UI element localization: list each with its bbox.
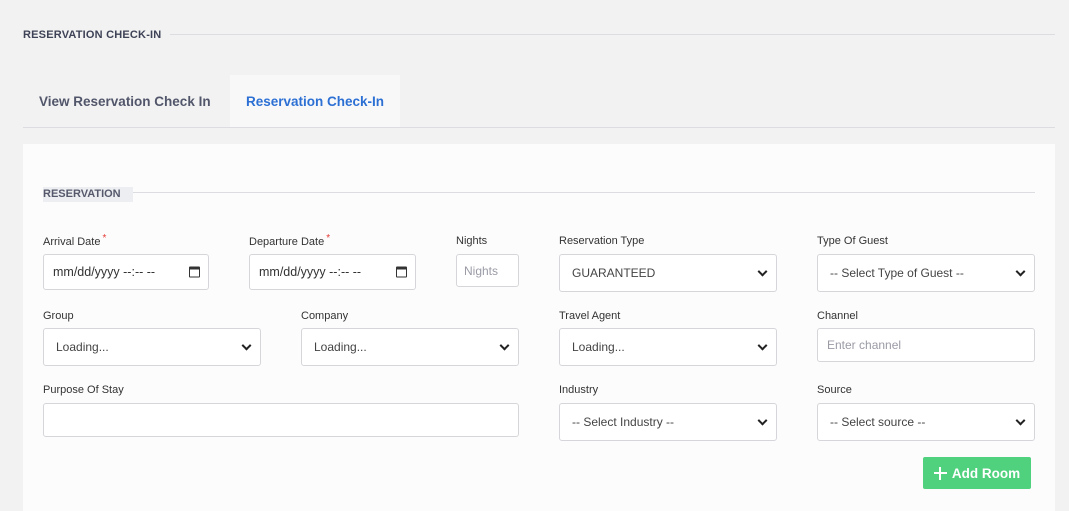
- purpose-of-stay-input[interactable]: [43, 403, 519, 437]
- heading-divider: [170, 34, 1055, 35]
- industry-value: -- Select Industry --: [572, 415, 675, 429]
- tab-reservation-check-in[interactable]: Reservation Check-In: [230, 75, 401, 127]
- type-of-guest-select[interactable]: -- Select Type of Guest --: [817, 254, 1035, 292]
- calendar-icon[interactable]: [396, 266, 407, 278]
- company-value: Loading...: [314, 340, 367, 354]
- tab-bar: View Reservation Check In Reservation Ch…: [23, 75, 1055, 128]
- chevron-down-icon: [757, 340, 768, 351]
- reservation-type-label: Reservation Type: [559, 235, 645, 247]
- chevron-down-icon: [757, 415, 768, 426]
- reservation-card: RESERVATION Arrival Date * mm/dd/yyyy --:…: [23, 144, 1055, 511]
- industry-select[interactable]: -- Select Industry --: [559, 403, 777, 441]
- arrival-date-value: mm/dd/yyyy --:-- --: [53, 265, 156, 279]
- group-select[interactable]: Loading...: [43, 328, 261, 366]
- required-mark: *: [102, 233, 107, 244]
- nights-input[interactable]: Nights: [456, 254, 519, 287]
- calendar-icon[interactable]: [189, 266, 200, 278]
- page-title: RESERVATION CHECK-IN: [23, 29, 162, 41]
- channel-input[interactable]: Enter channel: [817, 328, 1035, 362]
- source-label: Source: [817, 384, 852, 396]
- travel-agent-label: Travel Agent: [559, 310, 621, 322]
- section-divider: [131, 192, 1035, 193]
- company-select[interactable]: Loading...: [301, 328, 519, 366]
- add-room-button[interactable]: Add Room: [923, 457, 1031, 489]
- departure-date-value: mm/dd/yyyy --:-- --: [259, 265, 362, 279]
- company-label: Company: [301, 310, 349, 322]
- travel-agent-select[interactable]: Loading...: [559, 328, 777, 366]
- channel-placeholder: Enter channel: [827, 338, 902, 352]
- chevron-down-icon: [499, 340, 510, 351]
- departure-date-input[interactable]: mm/dd/yyyy --:-- --: [249, 254, 416, 290]
- type-of-guest-label: Type Of Guest: [817, 235, 888, 247]
- chevron-down-icon: [1015, 415, 1026, 426]
- plus-icon: [933, 466, 947, 480]
- group-label: Group: [43, 310, 74, 322]
- channel-label: Channel: [817, 310, 858, 322]
- source-select[interactable]: -- Select source --: [817, 403, 1035, 441]
- nights-label: Nights: [456, 235, 488, 247]
- departure-date-label: Departure Date *: [249, 233, 331, 248]
- section-title: RESERVATION: [43, 187, 133, 202]
- industry-label: Industry: [559, 384, 599, 396]
- tab-view-reservation-check-in[interactable]: View Reservation Check In: [23, 75, 227, 127]
- required-mark: *: [326, 233, 331, 244]
- group-value: Loading...: [56, 340, 109, 354]
- purpose-of-stay-label: Purpose Of Stay: [43, 384, 124, 396]
- chevron-down-icon: [757, 266, 768, 277]
- arrival-date-label: Arrival Date *: [43, 233, 107, 248]
- chevron-down-icon: [241, 340, 252, 351]
- arrival-date-input[interactable]: mm/dd/yyyy --:-- --: [43, 254, 209, 290]
- reservation-type-value: GUARANTEED: [572, 266, 656, 280]
- chevron-down-icon: [1015, 266, 1026, 277]
- travel-agent-value: Loading...: [572, 340, 625, 354]
- reservation-type-select[interactable]: GUARANTEED: [559, 254, 777, 292]
- type-of-guest-value: -- Select Type of Guest --: [830, 266, 964, 280]
- add-room-label: Add Room: [951, 465, 1021, 481]
- source-value: -- Select source --: [830, 415, 926, 429]
- nights-placeholder: Nights: [464, 263, 499, 278]
